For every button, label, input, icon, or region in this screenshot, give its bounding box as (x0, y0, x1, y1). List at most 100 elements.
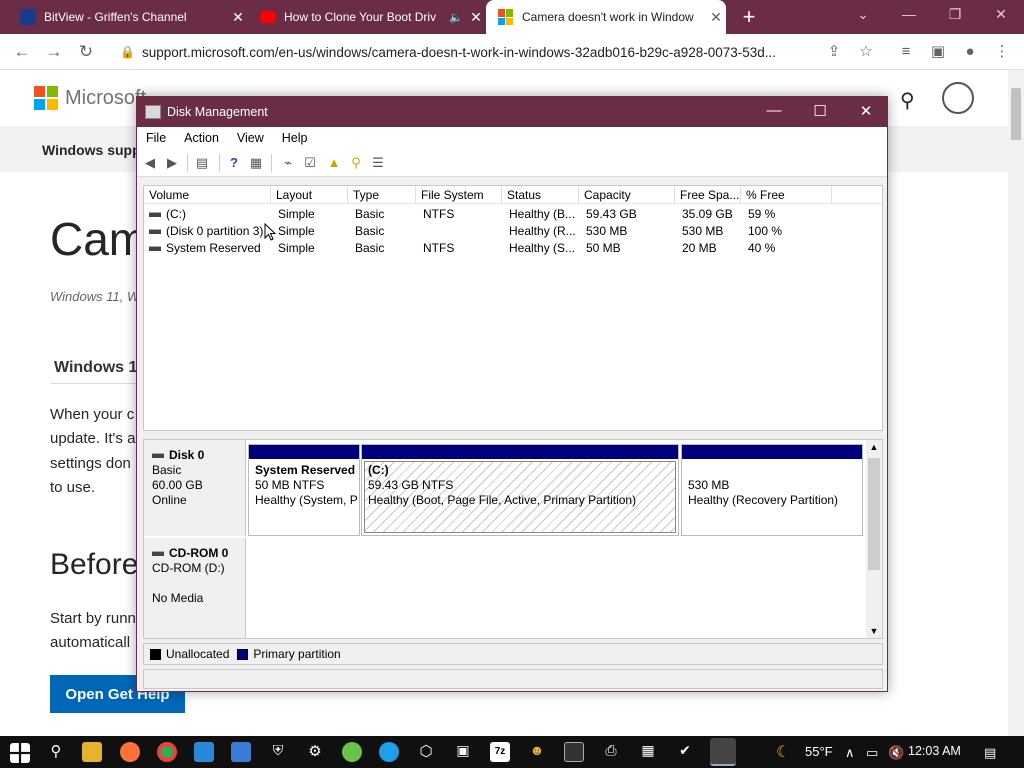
partition-info: (C:) 59.43 GB NTFS Healthy (Boot, Page F… (362, 459, 678, 512)
chrome-icon[interactable] (157, 742, 177, 762)
col-file-system[interactable]: File System (416, 186, 502, 204)
disk-scroll-thumb[interactable] (868, 458, 880, 570)
menu-view[interactable]: View (228, 131, 273, 145)
security-icon[interactable]: ⛨ (268, 742, 288, 762)
page-scrollbar[interactable] (1008, 70, 1024, 736)
app-icon[interactable] (342, 742, 362, 762)
search-folder-icon[interactable]: ⚲ (347, 154, 365, 172)
col-percent-free[interactable]: % Free (741, 186, 832, 204)
weather-moon-icon[interactable]: ☾ (776, 742, 790, 762)
col-status[interactable]: Status (502, 186, 579, 204)
page-scroll-thumb[interactable] (1011, 88, 1021, 140)
calculator-icon[interactable]: ▦ (638, 742, 658, 762)
cube-icon[interactable]: ⬡ (416, 742, 436, 762)
terminal-icon[interactable] (564, 742, 584, 762)
disk-0-label[interactable]: Disk 0 Basic 60.00 GB Online (144, 440, 246, 536)
reload-icon[interactable]: ↻ (76, 42, 96, 62)
volume-row[interactable]: (Disk 0 partition 3) Simple Basic Health… (144, 223, 882, 240)
minimize-button[interactable]: — (751, 102, 797, 119)
menu-help[interactable]: Help (273, 131, 317, 145)
new-tab-button[interactable]: + (736, 4, 762, 30)
weather-temp[interactable]: 55°F (805, 744, 833, 759)
file-explorer-icon[interactable] (82, 742, 102, 762)
back-icon[interactable]: ← (12, 42, 32, 62)
account-icon[interactable] (942, 82, 974, 114)
printer-icon[interactable]: ⎙ (601, 742, 621, 762)
settings-gear-icon[interactable]: ⚙ (305, 742, 325, 762)
search-icon[interactable]: ⚲ (900, 88, 915, 113)
clock[interactable]: 12:03 AM (908, 744, 961, 758)
volume-muted-icon[interactable]: 🔇 (888, 745, 904, 761)
back-icon[interactable]: ◀ (141, 154, 159, 172)
col-type[interactable]: Type (348, 186, 416, 204)
forward-icon[interactable]: ▶ (163, 154, 181, 172)
disk-state: No Media (152, 591, 204, 605)
tab-camera-support[interactable]: Camera doesn't work in Window ✕ (486, 0, 726, 34)
volume-row[interactable]: (C:) Simple Basic NTFS Healthy (B... 59.… (144, 206, 882, 223)
tray-chevron-icon[interactable]: ∧ (845, 745, 855, 761)
col-layout[interactable]: Layout (271, 186, 348, 204)
partition-status: Healthy (Recovery Partition) (688, 493, 839, 507)
bookmark-star-icon[interactable]: ☆ (856, 42, 876, 62)
forward-icon[interactable]: → (44, 42, 64, 62)
connect-icon[interactable]: ⌁ (279, 154, 297, 172)
menu-action[interactable]: Action (175, 131, 228, 145)
windows-start-icon[interactable] (10, 743, 30, 763)
partition-recovery[interactable]: 530 MB Healthy (Recovery Partition) (681, 444, 863, 536)
list-view-icon[interactable]: ☰ (369, 154, 387, 172)
scroll-down-icon[interactable]: ▼ (866, 624, 882, 638)
check-icon[interactable]: ☑ (301, 154, 319, 172)
restore-icon[interactable]: ❐ (940, 6, 970, 23)
partition-system-reserved[interactable]: System Reserved 50 MB NTFS Healthy (Syst… (248, 444, 360, 536)
check-app-icon[interactable]: ✔ (675, 742, 695, 762)
reading-list-icon[interactable]: ≡ (896, 42, 916, 62)
help-icon[interactable]: ? (225, 154, 243, 172)
partition-status: Healthy (Boot, Page File, Active, Primar… (368, 493, 637, 507)
menu-icon[interactable]: ⋮ (992, 42, 1012, 62)
site-name[interactable]: Windows suppo (42, 142, 149, 158)
search-icon[interactable]: ⚲ (46, 742, 66, 762)
scroll-up-icon[interactable]: ▲ (866, 440, 882, 454)
side-panel-icon[interactable]: ▣ (928, 42, 948, 62)
address-bar[interactable]: 🔒 support.microsoft.com/en-us/windows/ca… (108, 38, 884, 66)
close-window-icon[interactable]: ✕ (986, 6, 1016, 23)
store-icon[interactable] (231, 742, 251, 762)
close-tab-icon[interactable]: ✕ (706, 9, 726, 26)
close-tab-icon[interactable]: ✕ (228, 9, 248, 26)
partition-name (688, 463, 856, 478)
partition-c[interactable]: (C:) 59.43 GB NTFS Healthy (Boot, Page F… (361, 444, 679, 536)
users-icon[interactable]: ☻ (527, 742, 547, 762)
7zip-icon[interactable]: 7z (490, 742, 510, 762)
firefox-icon[interactable] (120, 742, 140, 762)
network-icon[interactable]: ▭ (866, 745, 878, 761)
bag-icon[interactable]: ▣ (453, 742, 473, 762)
close-tab-icon[interactable]: ✕ (466, 9, 486, 26)
cdrom-0-label[interactable]: CD-ROM 0 CD-ROM (D:) No Media (144, 538, 246, 638)
maximize-button[interactable]: ☐ (797, 102, 843, 120)
col-capacity[interactable]: Capacity (579, 186, 675, 204)
tab-bitview[interactable]: BitView - Griffen's Channel ✕ (8, 0, 248, 34)
profile-icon[interactable]: ● (960, 42, 980, 62)
window-titlebar[interactable]: Disk Management — ☐ ✕ (137, 97, 887, 127)
close-button[interactable]: ✕ (843, 102, 889, 120)
volume-row[interactable]: System Reserved Simple Basic NTFS Health… (144, 240, 882, 257)
app-icon[interactable] (194, 742, 214, 762)
tab-search-icon[interactable]: ⌄ (848, 6, 878, 23)
minimize-icon[interactable]: — (894, 6, 924, 22)
properties-icon[interactable]: ▦ (247, 154, 265, 172)
volume-capacity: 59.43 GB (586, 207, 637, 221)
share-icon[interactable]: ⇪ (824, 42, 844, 62)
menu-file[interactable]: File (137, 131, 175, 145)
edge-icon[interactable] (379, 742, 399, 762)
microsoft-logo[interactable]: Microsoft (34, 86, 146, 110)
folder-up-icon[interactable]: ▲ (325, 154, 343, 172)
col-free-space[interactable]: Free Spa... (675, 186, 741, 204)
tab-youtube[interactable]: How to Clone Your Boot Driv 🔈 ✕ (248, 0, 486, 34)
browser-toolbar: ← → ↻ 🔒 support.microsoft.com/en-us/wind… (0, 34, 1024, 70)
speaker-icon[interactable]: 🔈 (446, 11, 466, 24)
notifications-icon[interactable]: ▤ (984, 745, 996, 761)
disk-management-task-icon[interactable] (710, 738, 736, 766)
brand-name: Microsoft (65, 86, 147, 109)
col-volume[interactable]: Volume (144, 186, 271, 204)
show-hide-tree-icon[interactable]: ▤ (193, 154, 211, 172)
